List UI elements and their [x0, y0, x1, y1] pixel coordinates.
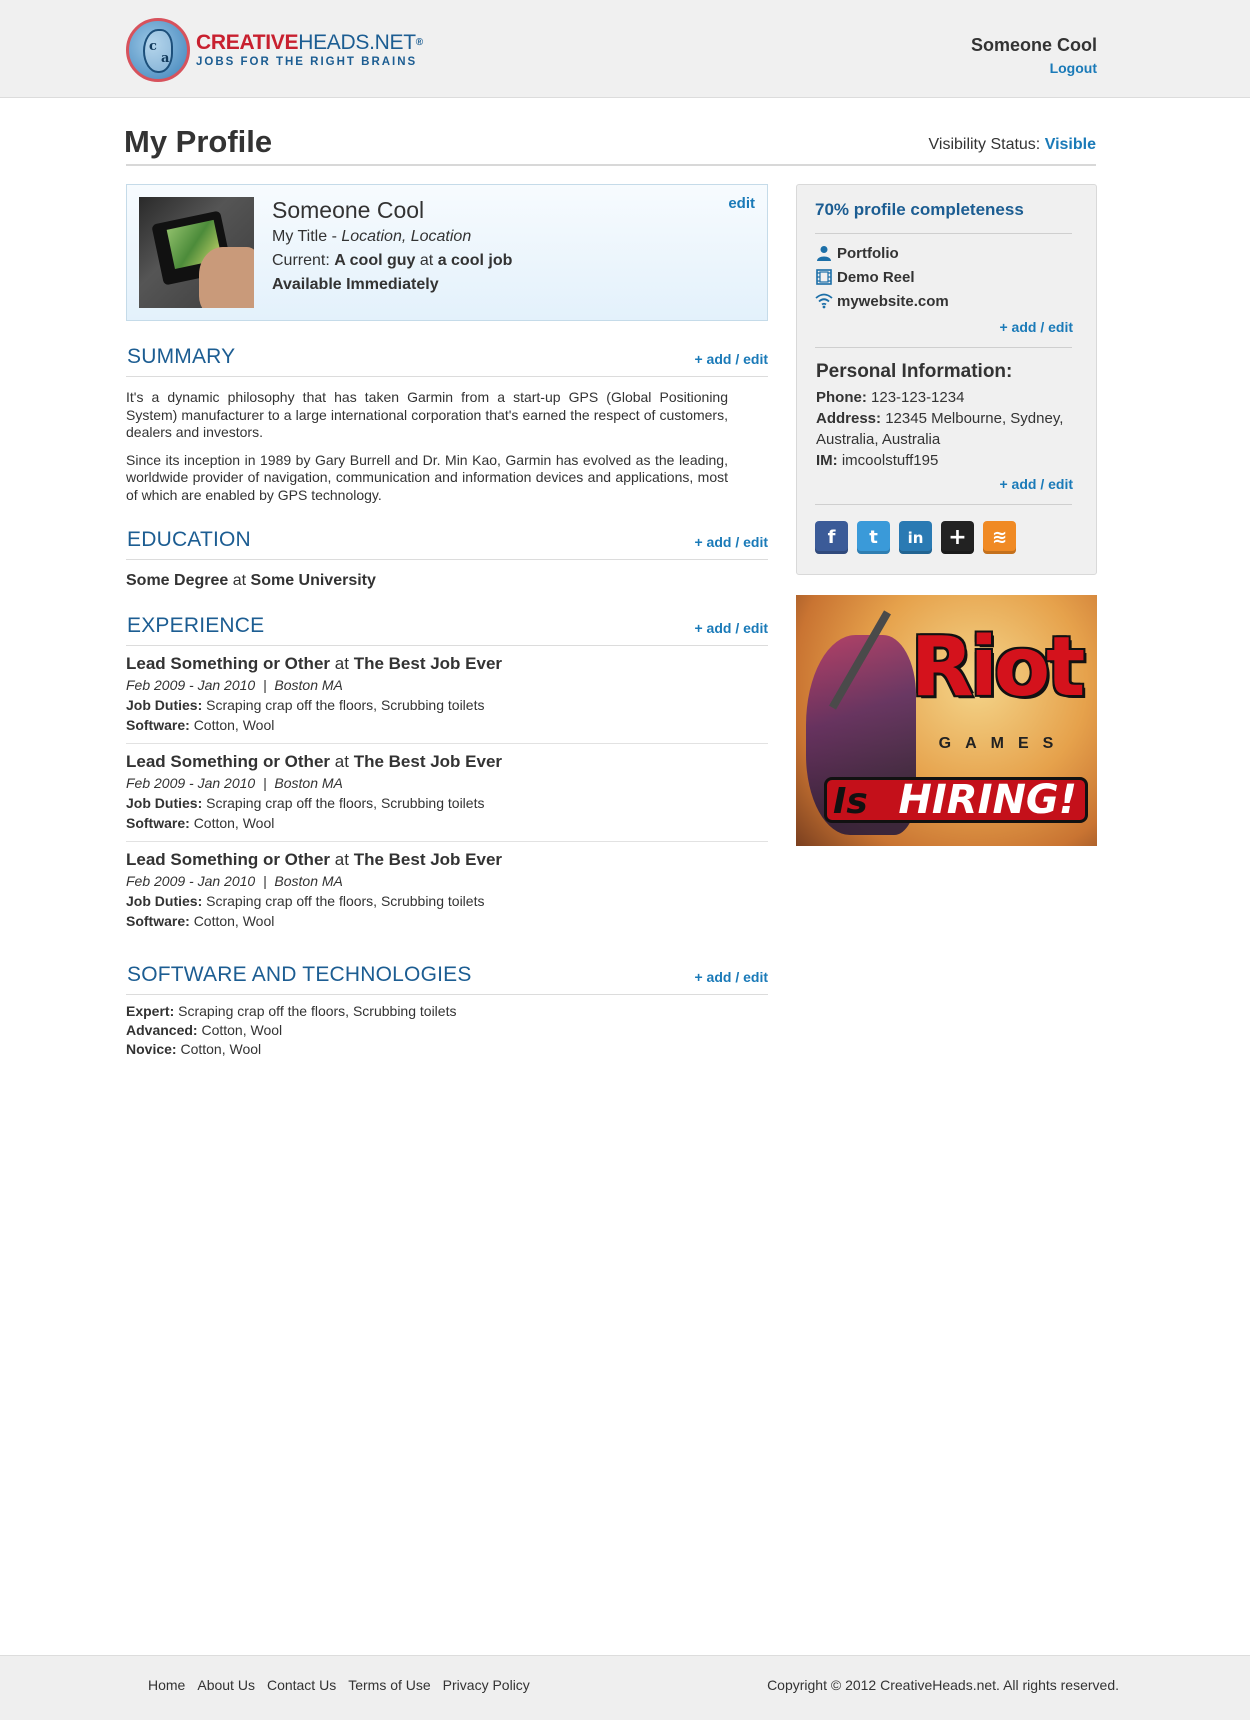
skill-row-advanced: Advanced: Cotton, Wool — [126, 1022, 283, 1038]
experience-duties: Job Duties: Scraping crap off the floors… — [126, 795, 485, 811]
user-menu: Someone Cool Logout — [971, 35, 1097, 76]
experience-dates: Feb 2009 - Jan 2010 | Boston MA — [126, 775, 343, 791]
site-logo[interactable]: c a CREATIVEHEADS.NET® JOBS FOR THE RIGH… — [126, 18, 423, 82]
experience-heading: EXPERIENCE — [127, 614, 265, 637]
person-icon — [815, 244, 833, 262]
education-section: EDUCATION + add / edit Some Degree at So… — [126, 526, 768, 590]
riot-games-ad[interactable]: Riot GAMES Is HIRING! — [796, 595, 1097, 846]
facebook-icon[interactable]: f — [815, 521, 848, 554]
experience-software: Software: Cotton, Wool — [126, 717, 275, 733]
googleplus-icon[interactable]: + — [941, 521, 974, 554]
footer-link-privacy[interactable]: Privacy Policy — [443, 1677, 530, 1693]
skill-row-novice: Novice: Cotton, Wool — [126, 1041, 262, 1057]
personal-info-title: Personal Information: — [816, 361, 1013, 382]
profile-links: Portfolio Demo Reel mywebsite.com — [815, 241, 949, 313]
software-skill-list: Expert: Scraping crap off the floors, Sc… — [126, 1003, 768, 1057]
profile-photo — [139, 197, 254, 308]
footer-link-terms[interactable]: Terms of Use — [348, 1677, 430, 1693]
education-heading: EDUCATION — [127, 528, 251, 551]
experience-dates: Feb 2009 - Jan 2010 | Boston MA — [126, 677, 343, 693]
page-title-row: My Profile Visibility Status: Visible — [124, 120, 1097, 166]
experience-item: Lead Something or Other at The Best Job … — [126, 842, 768, 939]
personal-add-edit-link[interactable]: + add / edit — [999, 476, 1073, 492]
education-add-edit-link[interactable]: + add / edit — [694, 534, 768, 550]
summary-heading: SUMMARY — [127, 345, 236, 368]
site-footer: Home About Us Contact Us Terms of Use Pr… — [0, 1655, 1250, 1720]
portfolio-link[interactable]: Portfolio — [815, 241, 949, 265]
social-links: f t in + ≋ — [815, 521, 1025, 554]
copyright-text: Copyright © 2012 CreativeHeads.net. All … — [767, 1677, 1119, 1693]
im-line: IM: imcoolstuff195 — [816, 452, 939, 469]
phone-line: Phone: 123-123-1234 — [816, 389, 965, 406]
software-section: SOFTWARE AND TECHNOLOGIES + add / edit E… — [126, 961, 768, 1057]
experience-section: EXPERIENCE + add / edit Lead Something o… — [126, 612, 768, 939]
experience-item: Lead Something or Other at The Best Job … — [126, 646, 768, 744]
logout-link[interactable]: Logout — [971, 60, 1097, 76]
summary-paragraph: It's a dynamic philosophy that has taken… — [126, 389, 728, 440]
visibility-toggle[interactable]: Visible — [1045, 136, 1096, 153]
profile-completeness: 70% profile completeness — [815, 200, 1072, 234]
footer-nav: Home About Us Contact Us Terms of Use Pr… — [148, 1677, 542, 1693]
footer-link-about[interactable]: About Us — [197, 1677, 255, 1693]
demo-reel-link[interactable]: Demo Reel — [815, 265, 949, 289]
logo-tagline: JOBS FOR THE RIGHT BRAINS — [196, 56, 418, 68]
experience-duties: Job Duties: Scraping crap off the floors… — [126, 893, 485, 909]
experience-item: Lead Something or Other at The Best Job … — [126, 744, 768, 842]
experience-title: Lead Something or Other at The Best Job … — [126, 752, 503, 771]
skill-row-expert: Expert: Scraping crap off the floors, Sc… — [126, 1003, 457, 1019]
rss-icon[interactable]: ≋ — [983, 521, 1016, 554]
experience-add-edit-link[interactable]: + add / edit — [694, 620, 768, 636]
film-icon — [815, 268, 833, 286]
profile-card: Someone Cool My Title - Location, Locati… — [126, 184, 768, 321]
twitter-icon[interactable]: t — [857, 521, 890, 554]
profile-edit-link[interactable]: edit — [728, 195, 755, 212]
profile-current-line: Current: A cool guy at a cool job — [272, 252, 513, 269]
wifi-icon — [815, 292, 833, 310]
address-line: Address: 12345 Melbourne, Sydney, Austra… — [816, 410, 1064, 448]
sidebar-divider — [815, 347, 1072, 348]
experience-duties: Job Duties: Scraping crap off the floors… — [126, 697, 485, 713]
links-add-edit-link[interactable]: + add / edit — [999, 319, 1073, 335]
profile-sidebar: 70% profile completeness Portfolio Demo … — [796, 184, 1097, 575]
experience-software: Software: Cotton, Wool — [126, 913, 275, 929]
experience-software: Software: Cotton, Wool — [126, 815, 275, 831]
experience-dates: Feb 2009 - Jan 2010 | Boston MA — [126, 873, 343, 889]
experience-title: Lead Something or Other at The Best Job … — [126, 850, 503, 869]
logo-wordmark: CREATIVEHEADS.NET® JOBS FOR THE RIGHT BR… — [196, 31, 423, 69]
summary-section: SUMMARY + add / edit It's a dynamic phil… — [126, 343, 768, 504]
profile-name: Someone Cool — [272, 197, 425, 223]
sidebar-divider — [815, 504, 1072, 505]
footer-link-contact[interactable]: Contact Us — [267, 1677, 336, 1693]
page-title: My Profile — [124, 124, 273, 159]
experience-title: Lead Something or Other at The Best Job … — [126, 654, 503, 673]
education-entry: Some Degree at Some University — [126, 572, 376, 589]
software-heading: SOFTWARE AND TECHNOLOGIES — [127, 963, 472, 986]
profile-info: Someone Cool My Title - Location, Locati… — [272, 197, 512, 294]
main-column: Someone Cool My Title - Location, Locati… — [126, 184, 768, 1057]
logo-badge-icon: c a — [126, 18, 190, 82]
ad-hiring-banner: Is HIRING! — [824, 777, 1088, 823]
header-user-name: Someone Cool — [970, 35, 1097, 55]
profile-availability: Available Immediately — [272, 276, 439, 293]
visibility-status: Visibility Status: Visible — [929, 136, 1097, 154]
ad-logo: Riot — [910, 620, 1086, 715]
personal-info: Phone: 123-123-1234 Address: 12345 Melbo… — [816, 387, 1081, 471]
software-add-edit-link[interactable]: + add / edit — [694, 969, 768, 985]
website-link[interactable]: mywebsite.com — [815, 289, 949, 313]
summary-add-edit-link[interactable]: + add / edit — [694, 351, 768, 367]
profile-title-line: My Title - Location, Location — [272, 228, 472, 245]
summary-paragraph: Since its inception in 1989 by Gary Burr… — [126, 451, 728, 503]
summary-text: It's a dynamic philosophy that has taken… — [126, 389, 728, 504]
visibility-label: Visibility Status: — [928, 136, 1041, 153]
ad-games-text: GAMES — [938, 735, 1068, 752]
linkedin-icon[interactable]: in — [899, 521, 932, 554]
site-header: c a CREATIVEHEADS.NET® JOBS FOR THE RIGH… — [0, 0, 1250, 98]
footer-link-home[interactable]: Home — [148, 1677, 185, 1693]
